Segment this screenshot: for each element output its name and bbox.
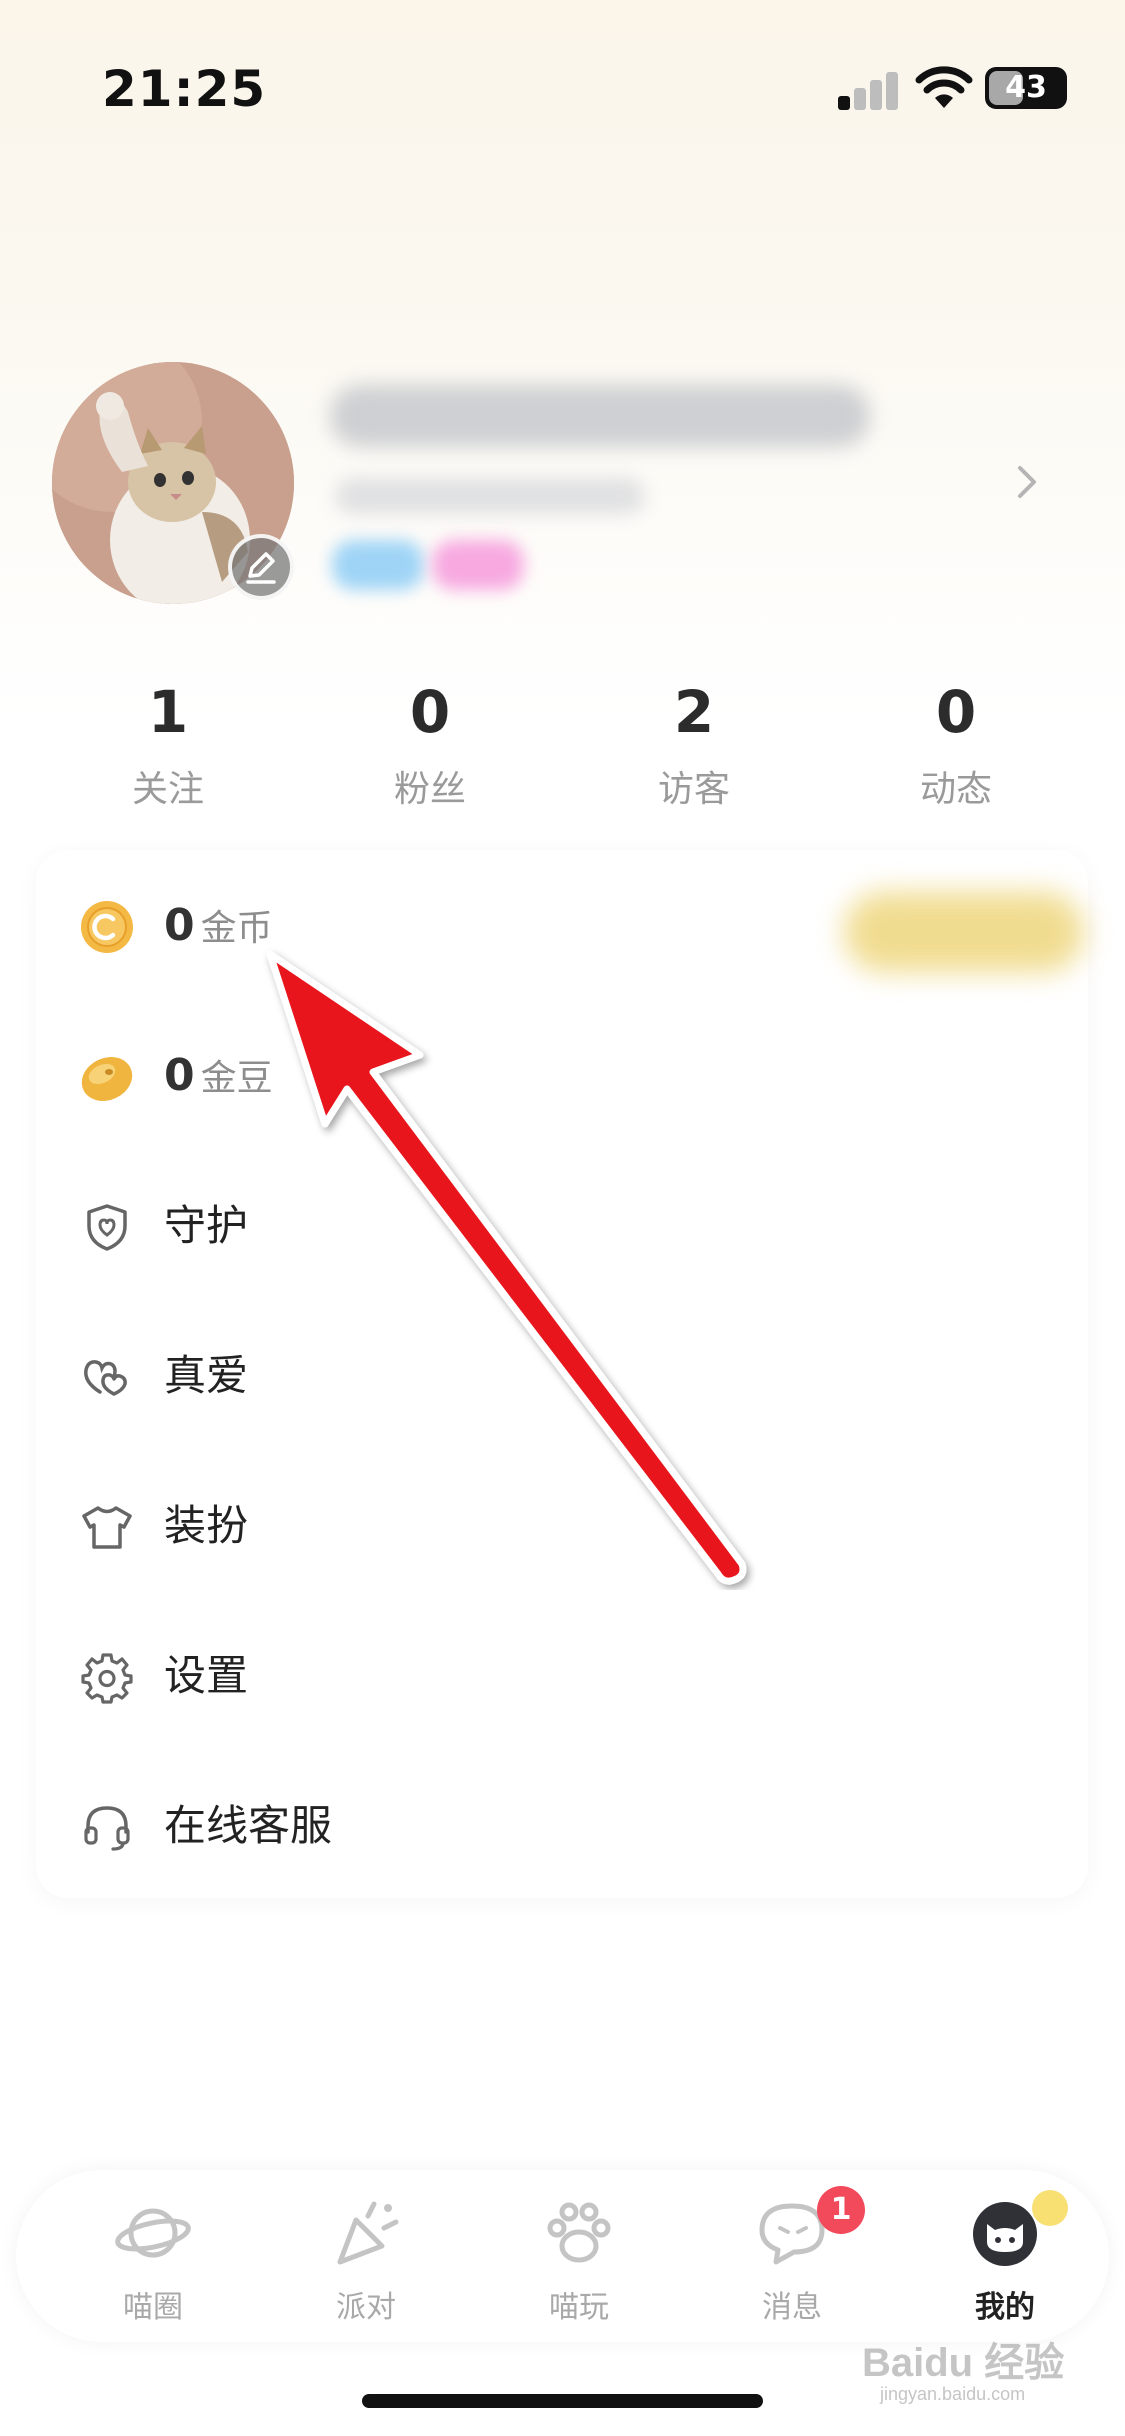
shield-icon <box>87 1204 127 1251</box>
gold-coin-icon <box>81 901 133 953</box>
menu-label: 真爱 <box>164 1351 249 1400</box>
unread-badge: 1 <box>817 2186 865 2234</box>
battery-level: 43 <box>1005 70 1047 105</box>
beans-value: 0 <box>164 1050 195 1101</box>
coins-balance: 0 金币 <box>164 896 273 959</box>
stat-label: 动态 <box>919 769 992 810</box>
menu-item-guard[interactable]: 守护 <box>36 1150 1088 1300</box>
tab-label: 消息 <box>762 2290 822 2325</box>
stat-following[interactable]: 1 关注 <box>68 672 268 812</box>
stat-value: 1 <box>147 678 189 746</box>
tshirt-icon <box>82 1506 132 1549</box>
recharge-button-redacted[interactable] <box>844 892 1084 972</box>
stat-value: 2 <box>673 678 715 746</box>
home-indicator[interactable] <box>362 2394 763 2408</box>
pencil-icon <box>246 552 276 584</box>
gold-bean-icon <box>81 1057 133 1101</box>
tab-label: 派对 <box>336 2290 396 2325</box>
tab-label: 喵玩 <box>549 2290 609 2325</box>
menu-item-true-love[interactable]: 真爱 <box>36 1300 1088 1450</box>
tab-messages[interactable]: 消息 1 <box>727 2186 865 2328</box>
status-bar: 21:25 43 <box>0 0 1125 150</box>
party-popper-icon <box>337 2201 399 2265</box>
menu-item-coins[interactable]: 0 金币 <box>36 850 1088 1000</box>
coins-unit: 金币 <box>200 908 273 949</box>
stat-visitors[interactable]: 2 访客 <box>594 672 794 812</box>
stat-fans[interactable]: 0 粉丝 <box>330 672 530 812</box>
profile-tag-2-redacted <box>432 540 524 590</box>
cellular-signal-icon <box>838 70 898 110</box>
cat-face-icon <box>973 2202 1037 2266</box>
tab-label: 我的 <box>975 2290 1035 2325</box>
menu-item-beans[interactable]: 0 金豆 <box>36 1000 1088 1150</box>
menu-label: 设置 <box>164 1651 249 1700</box>
menu-item-settings[interactable]: 设置 <box>36 1600 1088 1750</box>
tab-moments[interactable]: 喵圈 <box>88 2198 218 2328</box>
beans-unit: 金豆 <box>200 1058 273 1099</box>
menu-card: 0 金币 0 金豆 守护 真爱 装扮 设置 在线客服 <box>36 850 1088 1898</box>
hearts-icon <box>84 1360 127 1396</box>
stat-value: 0 <box>935 678 977 746</box>
paw-icon <box>547 2202 611 2263</box>
gear-icon <box>81 1653 133 1704</box>
stat-value: 0 <box>409 678 451 746</box>
nickname-redacted[interactable] <box>330 385 870 447</box>
tab-party[interactable]: 派对 <box>301 2198 431 2328</box>
baidu-watermark: Baidu 经验 <box>862 2341 1065 2385</box>
edit-avatar-button[interactable] <box>228 534 294 600</box>
stat-posts[interactable]: 0 动态 <box>856 672 1056 812</box>
tab-play[interactable]: 喵玩 <box>514 2198 644 2328</box>
bottom-tab-bar: 喵圈 派对 喵玩 消息 1 我的 <box>16 2170 1109 2342</box>
menu-label: 守护 <box>164 1201 249 1250</box>
chevron-right-icon[interactable] <box>1010 460 1044 504</box>
profile-tag-1-redacted <box>332 540 424 590</box>
stat-label: 关注 <box>131 769 204 810</box>
battery-icon: 43 <box>985 67 1067 109</box>
user-id-redacted <box>335 478 645 514</box>
planet-icon <box>115 2208 191 2258</box>
beans-balance: 0 金豆 <box>164 1046 273 1109</box>
menu-label: 装扮 <box>164 1501 249 1550</box>
stat-label: 访客 <box>657 769 730 810</box>
coins-value: 0 <box>164 900 195 951</box>
menu-item-dress-up[interactable]: 装扮 <box>36 1450 1088 1600</box>
headset-icon <box>84 1806 130 1851</box>
wifi-icon <box>915 66 973 108</box>
menu-item-customer-service[interactable]: 在线客服 <box>36 1750 1088 1900</box>
tab-mine[interactable]: 我的 <box>940 2190 1070 2328</box>
tab-label: 喵圈 <box>123 2290 183 2325</box>
status-time: 21:25 <box>102 60 267 118</box>
menu-label: 在线客服 <box>164 1801 333 1850</box>
baidu-watermark-url: jingyan.baidu.com <box>880 2384 1026 2404</box>
stat-label: 粉丝 <box>393 769 466 810</box>
